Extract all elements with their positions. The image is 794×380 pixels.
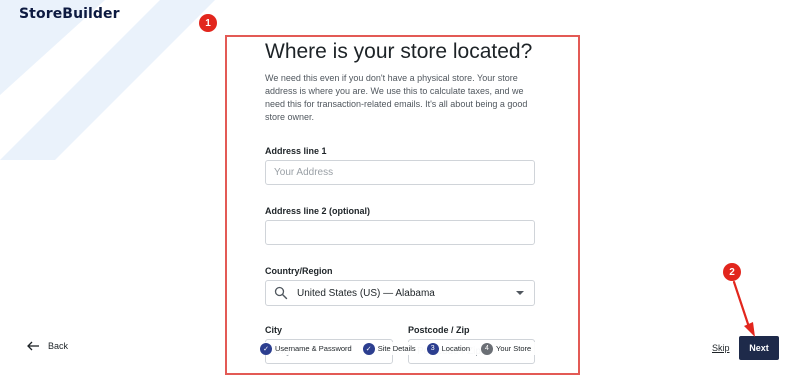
- progress-stepper: ✓ Username & Password ✓ Site Details 3 L…: [260, 342, 543, 355]
- skip-link[interactable]: Skip: [712, 343, 730, 353]
- step-label: Your Store: [496, 344, 532, 353]
- address-line-1-label: Address line 1: [265, 146, 327, 156]
- annotation-marker-2: 2: [723, 263, 741, 281]
- step-label: Username & Password: [275, 344, 352, 353]
- country-region-label: Country/Region: [265, 266, 333, 276]
- page-description: We need this even if you don't have a ph…: [265, 73, 528, 122]
- country-region-value: United States (US) — Alabama: [297, 287, 435, 299]
- step-location: 3 Location: [426, 342, 470, 355]
- chevron-down-icon: [516, 291, 524, 295]
- storebuilder-logo: StoreBuilder: [19, 6, 120, 22]
- step-your-store: 4 Your Store: [481, 342, 532, 355]
- address-line-2-input[interactable]: [265, 220, 535, 245]
- city-label: City: [265, 325, 283, 335]
- next-button[interactable]: Next: [739, 336, 779, 360]
- annotation-arrow: [732, 280, 755, 337]
- check-icon: ✓: [260, 342, 272, 355]
- search-icon: [274, 286, 288, 300]
- step-username-password: ✓ Username & Password: [260, 342, 352, 355]
- step-number: 3: [426, 342, 439, 355]
- page-title: Where is your store located?: [265, 40, 533, 63]
- back-button[interactable]: Back: [27, 341, 68, 351]
- back-label: Back: [48, 341, 69, 351]
- annotation-marker-1: 1: [199, 14, 217, 32]
- postcode-label: Postcode / Zip: [408, 325, 470, 335]
- step-label: Location: [441, 344, 470, 353]
- arrow-left-icon: [27, 341, 40, 351]
- step-label: Site Details: [377, 344, 416, 353]
- step-site-details: ✓ Site Details: [362, 342, 416, 355]
- check-icon: ✓: [362, 342, 375, 355]
- address-line-1-input[interactable]: [265, 160, 535, 185]
- country-region-select[interactable]: United States (US) — Alabama: [265, 280, 535, 306]
- address-line-2-label: Address line 2 (optional): [265, 206, 371, 216]
- step-number: 4: [481, 342, 493, 355]
